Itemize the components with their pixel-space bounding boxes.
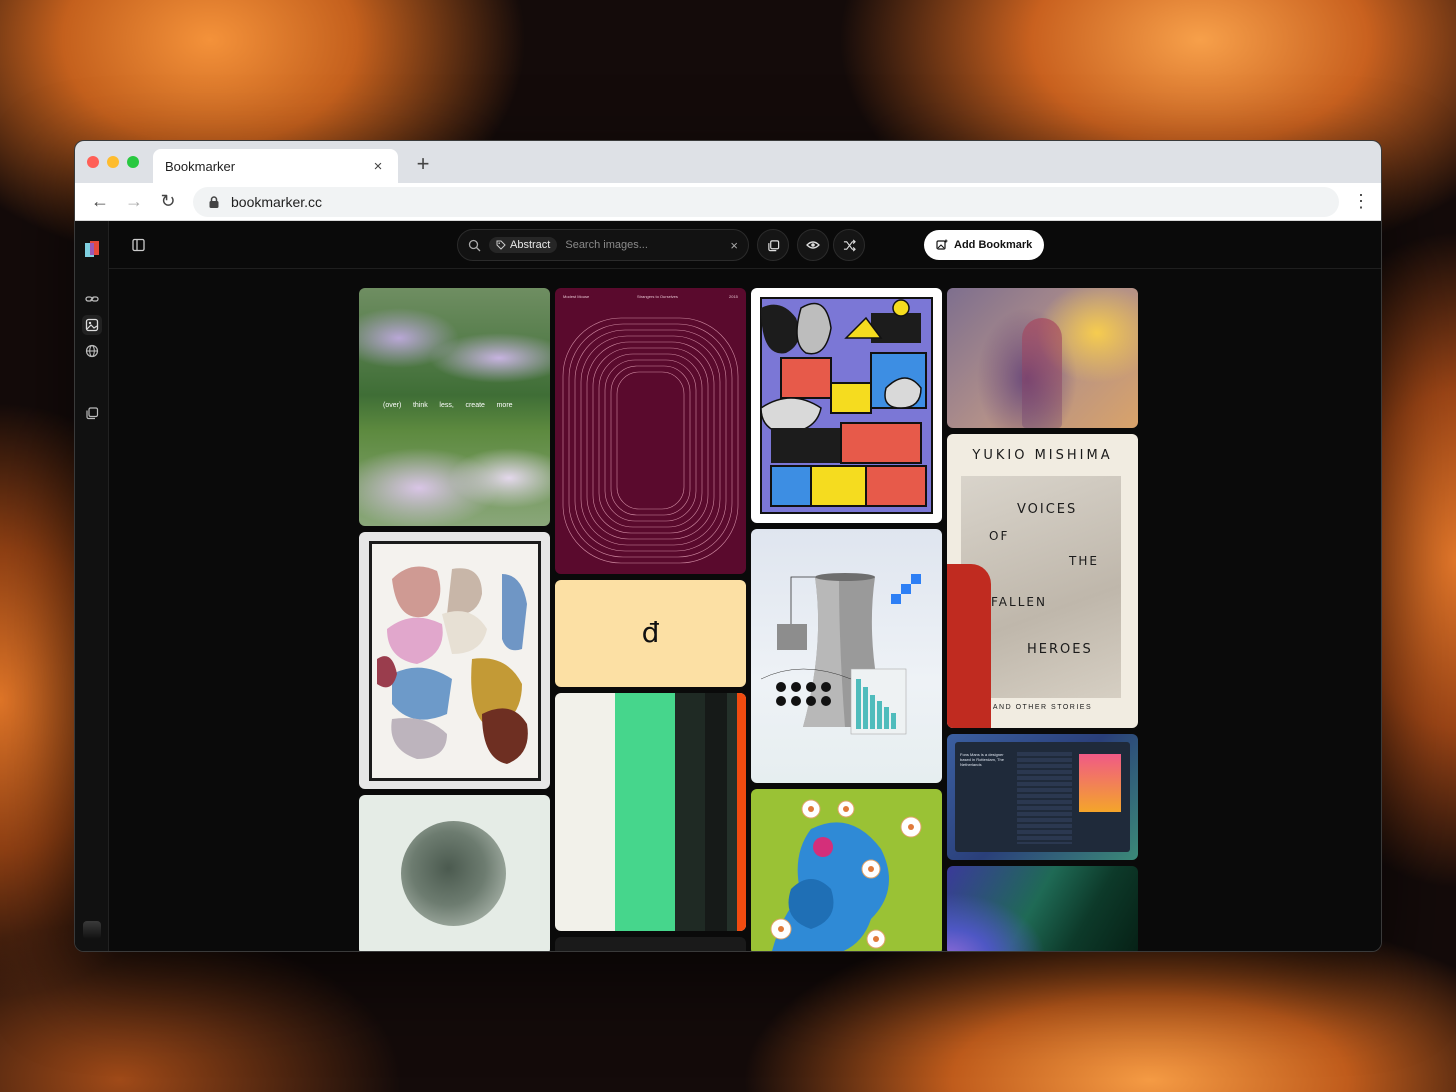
- bookmark-card-green-poster[interactable]: (over) think less, create more: [359, 288, 550, 526]
- add-image-icon: [936, 239, 948, 250]
- window-controls: [87, 156, 139, 168]
- stripe-green: [615, 693, 675, 931]
- back-button[interactable]: ←: [85, 187, 115, 217]
- clear-search-icon[interactable]: ×: [730, 238, 738, 253]
- forward-button[interactable]: →: [119, 187, 149, 217]
- search-icon: [468, 239, 481, 251]
- new-tab-button[interactable]: +: [411, 151, 435, 177]
- lock-icon: [209, 195, 219, 208]
- book-title-line3: THE: [1069, 554, 1099, 568]
- collections-icon: [767, 239, 779, 251]
- tab-strip: Bookmarker × +: [75, 141, 1381, 183]
- stripe-dark: [727, 693, 737, 931]
- shuffle-button[interactable]: [833, 229, 865, 261]
- sphere-shape: [401, 821, 506, 926]
- cooling-tower-collage: [760, 573, 921, 735]
- close-window-button[interactable]: [87, 156, 99, 168]
- book-title-line5: HEROES: [1027, 642, 1093, 657]
- user-avatar[interactable]: [83, 921, 101, 939]
- link-icon: [85, 296, 99, 302]
- silhouette-heads: [1022, 318, 1062, 428]
- app-topbar: Abstract Search images... × Add Bookmark: [109, 221, 1381, 269]
- stripe-orange: [737, 693, 746, 931]
- book-title-line1: VOICES: [1017, 502, 1078, 517]
- tag-icon: [496, 240, 506, 250]
- rail-web[interactable]: [82, 341, 102, 361]
- minimize-window-button[interactable]: [107, 156, 119, 168]
- bookmark-card-album-cover[interactable]: Modest Mouse Strangers to Ourselves 2015: [555, 288, 746, 574]
- stripe-black: [705, 693, 727, 931]
- tab-close-icon[interactable]: ×: [370, 158, 386, 175]
- bookmark-card-grey-sphere[interactable]: [359, 795, 550, 951]
- search-bar[interactable]: Abstract Search images... ×: [457, 229, 749, 261]
- sidebar-toggle-icon[interactable]: [131, 237, 147, 253]
- bookmarker-logo-icon[interactable]: [85, 241, 99, 259]
- tag-filter-chip[interactable]: Abstract: [489, 237, 558, 253]
- rail-collections[interactable]: [82, 403, 102, 423]
- bookmark-card-partial[interactable]: [555, 937, 746, 951]
- preview-button[interactable]: [797, 229, 829, 261]
- bookmark-card-abstract-painting[interactable]: [359, 532, 550, 789]
- bookmark-card-website-screenshot[interactable]: Fons Mans is a designer based in Rotterd…: [947, 734, 1138, 860]
- bookmark-card-book-cover[interactable]: YUKIO MISHIMA VOICES OF THE FALLEN HEROE…: [947, 434, 1138, 728]
- browser-tab[interactable]: Bookmarker ×: [153, 149, 398, 183]
- site-intro-text: Fons Mans is a designer based in Rotterd…: [960, 752, 1004, 767]
- factory-illustration: [760, 297, 933, 514]
- browser-toolbar: ← → ↻ bookmarker.cc ⋮: [75, 183, 1381, 221]
- add-bookmark-label: Add Bookmark: [954, 239, 1033, 251]
- glyph-char: đ: [641, 616, 660, 649]
- album-line-art: [562, 317, 739, 564]
- book-author: YUKIO MISHIMA: [972, 448, 1113, 463]
- url-text: bookmarker.cc: [231, 193, 323, 210]
- eye-icon: [806, 241, 820, 249]
- site-window: Fons Mans is a designer based in Rotterd…: [955, 742, 1130, 852]
- bookmark-card-gradient-waves[interactable]: [947, 866, 1138, 951]
- book-title-line4: FALLEN: [991, 595, 1047, 609]
- site-list: [1017, 752, 1072, 844]
- stripe-dark-green: [675, 693, 705, 931]
- bookmark-card-flower-figure[interactable]: [751, 789, 942, 951]
- bookmark-card-cooling-tower[interactable]: [751, 529, 942, 783]
- bookmarker-app: Abstract Search images... × Add Bookmark: [75, 221, 1381, 951]
- painting-frame: [369, 541, 541, 781]
- tag-filter-label: Abstract: [510, 239, 551, 251]
- collections-button[interactable]: [757, 229, 789, 261]
- main-content: Abstract Search images... × Add Bookmark: [109, 221, 1381, 951]
- flower-figure-illustration: [770, 799, 922, 951]
- rail-links[interactable]: [82, 289, 102, 309]
- shuffle-icon: [843, 239, 856, 251]
- globe-icon: [85, 344, 99, 358]
- tab-title: Bookmarker: [165, 158, 236, 174]
- bookmark-card-color-stripes[interactable]: [555, 693, 746, 931]
- site-preview-image: [1079, 754, 1121, 812]
- bookmark-card-glyph[interactable]: đ: [555, 580, 746, 687]
- book-subtitle: AND OTHER STORIES: [992, 704, 1093, 711]
- zoom-window-button[interactable]: [127, 156, 139, 168]
- collections-icon: [86, 407, 99, 420]
- search-input[interactable]: Search images...: [565, 239, 730, 251]
- browser-window: Bookmarker × + ← → ↻ bookmarker.cc ⋮ Abs…: [74, 140, 1382, 952]
- book-title-line2: OF: [989, 529, 1010, 543]
- add-bookmark-button[interactable]: Add Bookmark: [924, 230, 1045, 260]
- image-icon: [85, 318, 99, 332]
- icon-rail: [75, 221, 109, 951]
- bookmark-card-silhouette[interactable]: [947, 288, 1138, 428]
- rail-images[interactable]: [82, 315, 102, 335]
- poster-text: (over) think less, create more: [383, 402, 513, 409]
- address-bar[interactable]: bookmarker.cc: [193, 186, 1339, 217]
- bookmark-card-factory-illustration[interactable]: [751, 288, 942, 523]
- painting-artwork: [377, 566, 528, 764]
- browser-menu-button[interactable]: ⋮: [1351, 191, 1371, 212]
- reload-button[interactable]: ↻: [153, 187, 183, 217]
